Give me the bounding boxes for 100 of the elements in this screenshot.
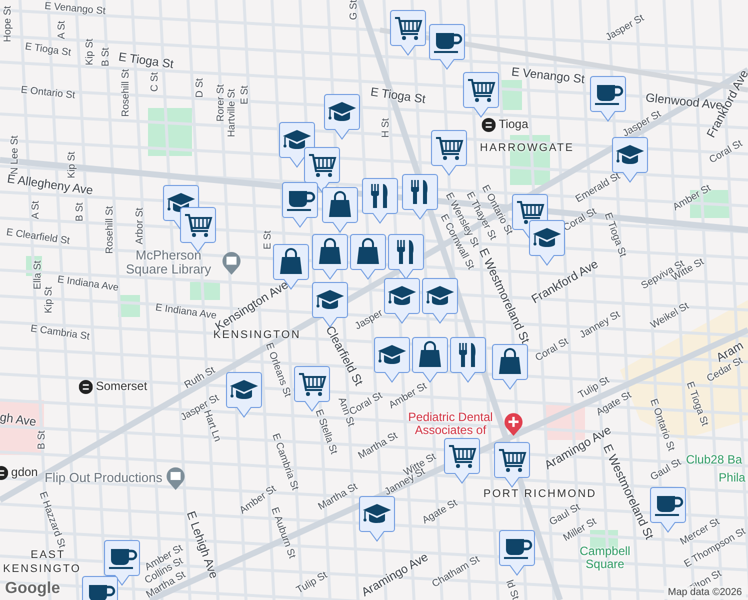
map-marker[interactable] <box>529 220 565 266</box>
coffee-cup-icon <box>89 585 116 600</box>
map-marker[interactable] <box>384 278 420 324</box>
park-label: Phila <box>718 471 746 485</box>
cart-icon <box>395 17 422 40</box>
place-label: Pediatric Dental Associates of <box>400 410 524 438</box>
shopping-bag-icon <box>357 238 379 264</box>
street-label: Ella St <box>32 260 44 290</box>
district-label: EAST <box>30 548 66 562</box>
street-label: Kip St <box>66 152 78 178</box>
street-label: Coral St <box>534 336 570 364</box>
street-label: C St <box>150 72 160 92</box>
station-label: Somerset <box>78 380 148 394</box>
train-station-icon <box>78 380 93 394</box>
district-label: KENSINGTON <box>213 328 301 342</box>
street-label: Gaul St <box>648 456 684 484</box>
map-marker[interactable] <box>450 337 486 383</box>
map-marker[interactable] <box>612 137 648 183</box>
street-label: H St <box>380 118 392 138</box>
street-label: E Stella St <box>312 408 340 456</box>
map-marker[interactable] <box>422 278 458 324</box>
map-marker[interactable] <box>374 337 410 383</box>
cart-icon <box>185 214 212 237</box>
shopping-bag-icon <box>319 238 341 264</box>
train-station-icon <box>482 118 496 132</box>
cart-icon <box>436 137 464 160</box>
graduation-cap-icon <box>316 290 344 309</box>
street-label: E Tioga St <box>684 380 710 428</box>
street-label: E Venango St <box>44 0 106 18</box>
street-label: A St <box>56 20 68 40</box>
district-label: PORT RICHMOND <box>483 488 597 500</box>
street-label: Agate St <box>420 498 460 526</box>
map-marker[interactable] <box>429 24 465 70</box>
map-marker[interactable] <box>492 344 528 390</box>
map-marker[interactable] <box>324 94 360 140</box>
street-label: B St <box>74 202 86 222</box>
street-label: Tulip St <box>576 374 612 402</box>
graduation-cap-icon <box>363 504 391 523</box>
coffee-cup-icon <box>655 496 684 516</box>
street-label: Coral St <box>348 390 384 418</box>
cart-icon <box>299 373 326 396</box>
place-label: Flip Out Productions <box>44 466 186 490</box>
graduation-cap-icon <box>283 130 311 149</box>
map-marker[interactable] <box>444 438 480 484</box>
street-label: Hartville St <box>226 88 238 138</box>
map-marker[interactable] <box>494 442 530 488</box>
fork-knife-icon <box>411 179 428 204</box>
coffee-cup-icon <box>109 549 138 569</box>
graduation-cap-icon <box>230 380 258 399</box>
map-marker[interactable] <box>312 234 348 280</box>
map-marker[interactable] <box>412 337 448 383</box>
map-marker[interactable] <box>388 234 424 280</box>
street-label: E Orleans St <box>263 341 293 399</box>
street-label: Rosehill St <box>104 206 116 254</box>
map-marker[interactable] <box>431 130 467 176</box>
map-marker[interactable] <box>402 174 438 220</box>
coffee-cup-icon <box>434 33 462 53</box>
graduation-cap-icon <box>328 102 356 121</box>
district-label: KENSINGTO <box>2 562 82 576</box>
hospital-pin-icon <box>504 412 524 436</box>
street-label: E Ontario St <box>20 84 76 102</box>
street-label: E Venango St <box>510 66 586 86</box>
map-marker[interactable] <box>312 282 348 328</box>
street-label: E Clearfield St <box>6 227 70 247</box>
street-label: E Indiana Ave <box>56 274 120 294</box>
coffee-cup-icon <box>287 191 316 211</box>
street-label: E St <box>240 86 250 104</box>
street-label: E Tioga St <box>24 41 72 59</box>
fork-knife-icon <box>397 239 414 264</box>
map-marker[interactable] <box>350 234 386 280</box>
street-label: B St <box>36 430 48 450</box>
map-marker[interactable] <box>282 182 318 228</box>
cart-icon <box>449 445 476 468</box>
cart-icon <box>468 79 496 102</box>
fork-knife-icon <box>371 183 388 208</box>
map-marker[interactable] <box>463 72 499 118</box>
map-marker[interactable] <box>390 10 426 56</box>
map-marker[interactable] <box>362 178 398 224</box>
street-label: E Tioga St <box>370 86 426 106</box>
street-label: Kip St <box>44 286 54 314</box>
graduation-cap-icon <box>378 345 406 364</box>
map-marker[interactable] <box>359 496 395 542</box>
street-label: E Auburn St <box>268 506 298 560</box>
coffee-cup-icon <box>595 85 624 105</box>
fork-knife-icon <box>459 342 476 367</box>
graduation-cap-icon <box>533 228 561 247</box>
street-label: B St <box>100 48 112 66</box>
map-marker[interactable] <box>226 372 262 418</box>
map-marker[interactable] <box>104 540 140 586</box>
street-label: Arbor St <box>134 208 146 244</box>
map-marker[interactable] <box>322 187 358 233</box>
shopping-bag-icon <box>280 248 302 274</box>
street-label: D St <box>194 78 206 98</box>
street-label: E Ontario St <box>648 398 676 452</box>
street-label: Hope St <box>2 6 14 42</box>
cart-icon <box>517 201 544 224</box>
map-marker[interactable] <box>499 530 535 576</box>
street-label: E Indiana Ave <box>154 302 218 322</box>
cart-icon <box>499 449 526 472</box>
shopping-bag-icon <box>499 348 521 374</box>
